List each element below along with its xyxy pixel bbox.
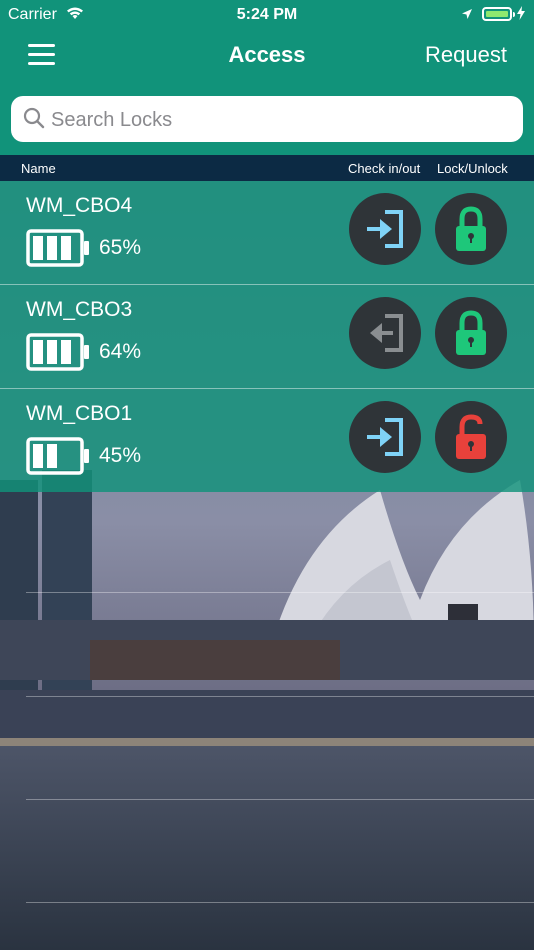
checkin-button[interactable] bbox=[349, 401, 421, 473]
battery-percentage: 45% bbox=[99, 444, 142, 467]
empty-row-divider bbox=[26, 592, 534, 593]
lock-name: WM_CBO4 bbox=[26, 194, 133, 217]
checkout-button[interactable] bbox=[349, 297, 421, 369]
column-lock-label: Lock/Unlock bbox=[437, 161, 508, 176]
search-icon bbox=[23, 107, 45, 134]
search-input[interactable] bbox=[49, 96, 513, 144]
status-time: 5:24 PM bbox=[236, 6, 298, 23]
status-bar: Carrier 5:24 PM bbox=[0, 0, 534, 30]
column-check-label: Check in/out bbox=[348, 161, 421, 176]
navigation-bar: Access Request bbox=[0, 30, 534, 84]
charging-bolt-icon bbox=[517, 6, 525, 23]
checkin-button[interactable] bbox=[349, 193, 421, 265]
column-name-label: Name bbox=[21, 161, 56, 176]
battery-level-icon bbox=[26, 333, 90, 376]
empty-row-divider bbox=[26, 696, 534, 697]
request-button[interactable]: Request bbox=[425, 42, 507, 68]
unlocked-padlock-button[interactable] bbox=[435, 401, 507, 473]
battery-level-icon bbox=[26, 437, 90, 480]
empty-row-divider bbox=[26, 902, 534, 903]
locked-padlock-button[interactable] bbox=[435, 297, 507, 369]
search-box[interactable] bbox=[11, 96, 523, 144]
search-bar-container bbox=[0, 84, 534, 155]
lock-name: WM_CBO3 bbox=[26, 298, 133, 321]
battery-percentage: 64% bbox=[99, 340, 142, 363]
location-arrow-icon bbox=[461, 7, 473, 25]
battery-status-icon bbox=[482, 7, 515, 21]
locked-padlock-button[interactable] bbox=[435, 193, 507, 265]
lock-row[interactable]: WM_CBO3 64% bbox=[0, 285, 534, 389]
battery-percentage: 65% bbox=[99, 236, 142, 259]
lock-list: WM_CBO4 65% WM_CBO3 64% WM_CBO1 45% bbox=[0, 181, 534, 492]
lock-row[interactable]: WM_CBO1 45% bbox=[0, 389, 534, 492]
lock-row[interactable]: WM_CBO4 65% bbox=[0, 181, 534, 285]
column-header: Name Check in/out Lock/Unlock bbox=[0, 155, 534, 181]
lock-name: WM_CBO1 bbox=[26, 402, 133, 425]
battery-level-icon bbox=[26, 229, 90, 272]
empty-row-divider bbox=[26, 799, 534, 800]
